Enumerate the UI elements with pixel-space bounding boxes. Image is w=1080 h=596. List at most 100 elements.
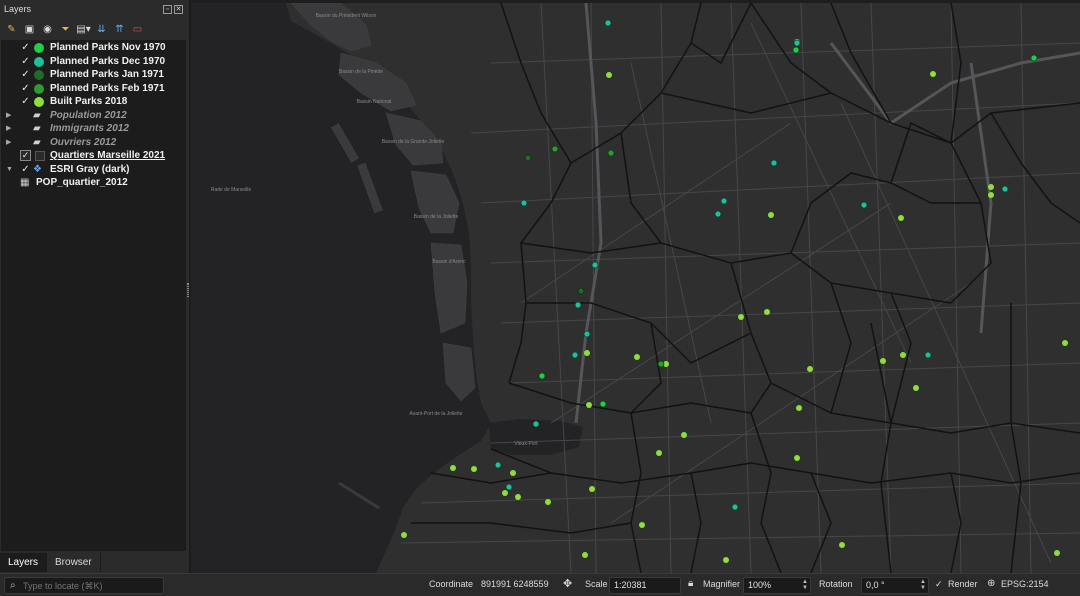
layer-row-built-parks-2018[interactable]: ✓ Built Parks 2018 [1, 95, 186, 108]
map-label: Bassin du Président Wilson [316, 13, 377, 19]
layer-row-immigrants-2012[interactable]: ▶ ▰ Immigrants 2012 [1, 122, 186, 135]
point-symbol-icon [34, 43, 44, 53]
layer-checkbox[interactable]: ✓ [20, 42, 31, 53]
layer-checkbox[interactable]: ✓ [20, 83, 31, 94]
point-symbol-icon [34, 97, 44, 107]
layer-label: Immigrants 2012 [50, 123, 129, 134]
map-canvas[interactable]: Bassin du Président Wilson Bassin de la … [191, 3, 1080, 573]
layer-row-esri-gray-dark[interactable]: ▼ ✓ ❖ ESRI Gray (dark) [1, 163, 186, 176]
map-label: Bassin National [357, 99, 392, 105]
layer-row-planned-parks-jan-1971[interactable]: ✓ Planned Parks Jan 1971 [1, 68, 186, 81]
layer-tree: ✓ Planned Parks Nov 1970 ✓ Planned Parks… [1, 40, 186, 551]
layer-checkbox[interactable]: ✓ [20, 69, 31, 80]
point-symbol-icon [34, 70, 44, 80]
polygon-fill-icon [35, 151, 45, 161]
layer-label: ESRI Gray (dark) [50, 164, 130, 175]
scale-field[interactable]: 1:20381 [609, 577, 681, 594]
expand-arrow-icon[interactable]: ▶ [6, 122, 11, 135]
magnifier-label: Magnifier [703, 579, 741, 589]
layer-label: POP_quartier_2012 [36, 177, 128, 188]
layer-label: Ouvriers 2012 [50, 137, 117, 148]
layer-label: Planned Parks Nov 1970 [50, 42, 166, 53]
panel-splitter[interactable] [187, 283, 189, 297]
map-label: Bassin de la Grande Joliette [382, 139, 445, 145]
layer-checkbox[interactable]: ✓ [20, 96, 31, 107]
layer-row-population-2012[interactable]: ▶ ▰ Population 2012 [1, 109, 186, 122]
magnifier-value: 100% [748, 580, 772, 590]
filter-legend-icon[interactable]: ⏷ [58, 22, 73, 36]
layer-label: Quartiers Marseille 2021 [50, 150, 166, 161]
magnifier-field[interactable]: 100% ▲ ▼ [743, 577, 811, 594]
layer-label: Planned Parks Dec 1970 [50, 56, 166, 67]
rotation-field[interactable]: 0,0 ° ▲ ▼ [861, 577, 929, 594]
close-panel-icon[interactable]: ✕ [174, 5, 183, 14]
layer-checkbox[interactable] [20, 110, 31, 121]
polygon-layer-icon: ▰ [33, 110, 41, 121]
render-checkbox[interactable]: ✓ [935, 579, 943, 590]
raster-tile-icon: ❖ [33, 164, 42, 175]
render-label: Render [948, 579, 978, 589]
layer-checkbox[interactable]: ✓ [20, 164, 31, 175]
coordinate-label: Coordinate [429, 579, 474, 589]
lock-scale-icon[interactable]: 🔒︎ [688, 578, 693, 589]
scale-value: 1:20381 [614, 580, 647, 590]
layer-checkbox[interactable] [20, 137, 31, 148]
tab-browser[interactable]: Browser [47, 553, 101, 572]
panel-controls: ▫ ✕ [163, 5, 183, 14]
table-icon: ▦ [20, 177, 30, 188]
crs-globe-icon[interactable]: ⊕ [987, 578, 995, 589]
remove-layer-icon[interactable]: ▭ [130, 22, 145, 36]
layers-panel: Layers ▫ ✕ ✎ ▣ ◉ ⏷ ▤▾ ⇊ ⇈ ▭ ✓ Planned Pa… [0, 0, 190, 573]
coordinate-value[interactable]: 891991 6248559 [481, 579, 549, 589]
polygon-layer-icon: ▰ [33, 123, 41, 134]
point-symbol-icon [34, 84, 44, 94]
add-group-icon[interactable]: ▣ [22, 22, 37, 36]
float-panel-icon[interactable]: ▫ [163, 5, 172, 14]
manage-map-themes-icon[interactable]: ◉ [40, 22, 55, 36]
locator-bar[interactable]: ⌕ [4, 577, 164, 594]
qgis-window: Layers ▫ ✕ ✎ ▣ ◉ ⏷ ▤▾ ⇊ ⇈ ▭ ✓ Planned Pa… [0, 0, 1080, 596]
map-label: Bassin de la Pinède [339, 69, 383, 75]
rotation-label: Rotation [819, 579, 853, 589]
layer-checkbox[interactable] [20, 123, 31, 134]
layer-row-pop-quartier-2012[interactable]: ▦ POP_quartier_2012 [1, 176, 186, 189]
layer-checkbox[interactable]: ✓ [20, 56, 31, 67]
open-layer-styling-icon[interactable]: ✎ [4, 22, 19, 36]
map-label: Bassin de la Joliette [414, 214, 459, 220]
polygon-layer-icon: ▰ [33, 137, 41, 148]
scale-label: Scale [585, 579, 608, 589]
expand-all-icon[interactable]: ⇊ [94, 22, 109, 36]
layer-row-ouvriers-2012[interactable]: ▶ ▰ Ouvriers 2012 [1, 136, 186, 149]
map-label: Vieux-Port [514, 441, 538, 447]
collapse-all-icon[interactable]: ⇈ [112, 22, 127, 36]
map-label: Rade de Marseille [211, 187, 252, 193]
layer-checkbox[interactable]: ✓ [20, 150, 31, 161]
layer-row-planned-parks-dec-1970[interactable]: ✓ Planned Parks Dec 1970 [1, 55, 186, 68]
expand-arrow-icon[interactable]: ▶ [6, 136, 11, 149]
status-bar: ⌕ Coordinate 891991 6248559 ✥ Scale 1:20… [0, 573, 1080, 596]
search-icon: ⌕ [10, 580, 16, 591]
locate-input[interactable] [23, 579, 161, 593]
layers-toolbar: ✎ ▣ ◉ ⏷ ▤▾ ⇊ ⇈ ▭ [4, 21, 145, 37]
panel-tabs: Layers Browser [0, 553, 101, 572]
map-label: Bassin d'Arenc [432, 259, 466, 265]
layer-label: Planned Parks Feb 1971 [50, 83, 165, 94]
toggle-extents-icon[interactable]: ✥ [563, 577, 572, 590]
rotation-value: 0,0 ° [866, 580, 885, 590]
layers-panel-title: Layers [4, 4, 32, 14]
map-svg: Bassin du Président Wilson Bassin de la … [191, 3, 1080, 573]
spinbox-arrows-icon[interactable]: ▲ ▼ [920, 579, 926, 591]
spinbox-arrows-icon[interactable]: ▲ ▼ [802, 579, 808, 591]
expand-arrow-icon[interactable]: ▶ [6, 109, 11, 122]
tab-layers[interactable]: Layers [0, 553, 48, 572]
collapse-arrow-icon[interactable]: ▼ [6, 163, 13, 176]
filter-by-expression-icon[interactable]: ▤▾ [76, 22, 91, 36]
layer-row-planned-parks-nov-1970[interactable]: ✓ Planned Parks Nov 1970 [1, 41, 186, 54]
point-symbol-icon [34, 57, 44, 67]
layer-row-quartiers-marseille-2021[interactable]: ✓ Quartiers Marseille 2021 [1, 149, 186, 162]
layer-row-planned-parks-feb-1971[interactable]: ✓ Planned Parks Feb 1971 [1, 82, 186, 95]
layer-label: Built Parks 2018 [50, 96, 128, 107]
crs-label[interactable]: EPSG:2154 [1001, 579, 1049, 589]
layer-label: Planned Parks Jan 1971 [50, 69, 164, 80]
layer-label: Population 2012 [50, 110, 127, 121]
